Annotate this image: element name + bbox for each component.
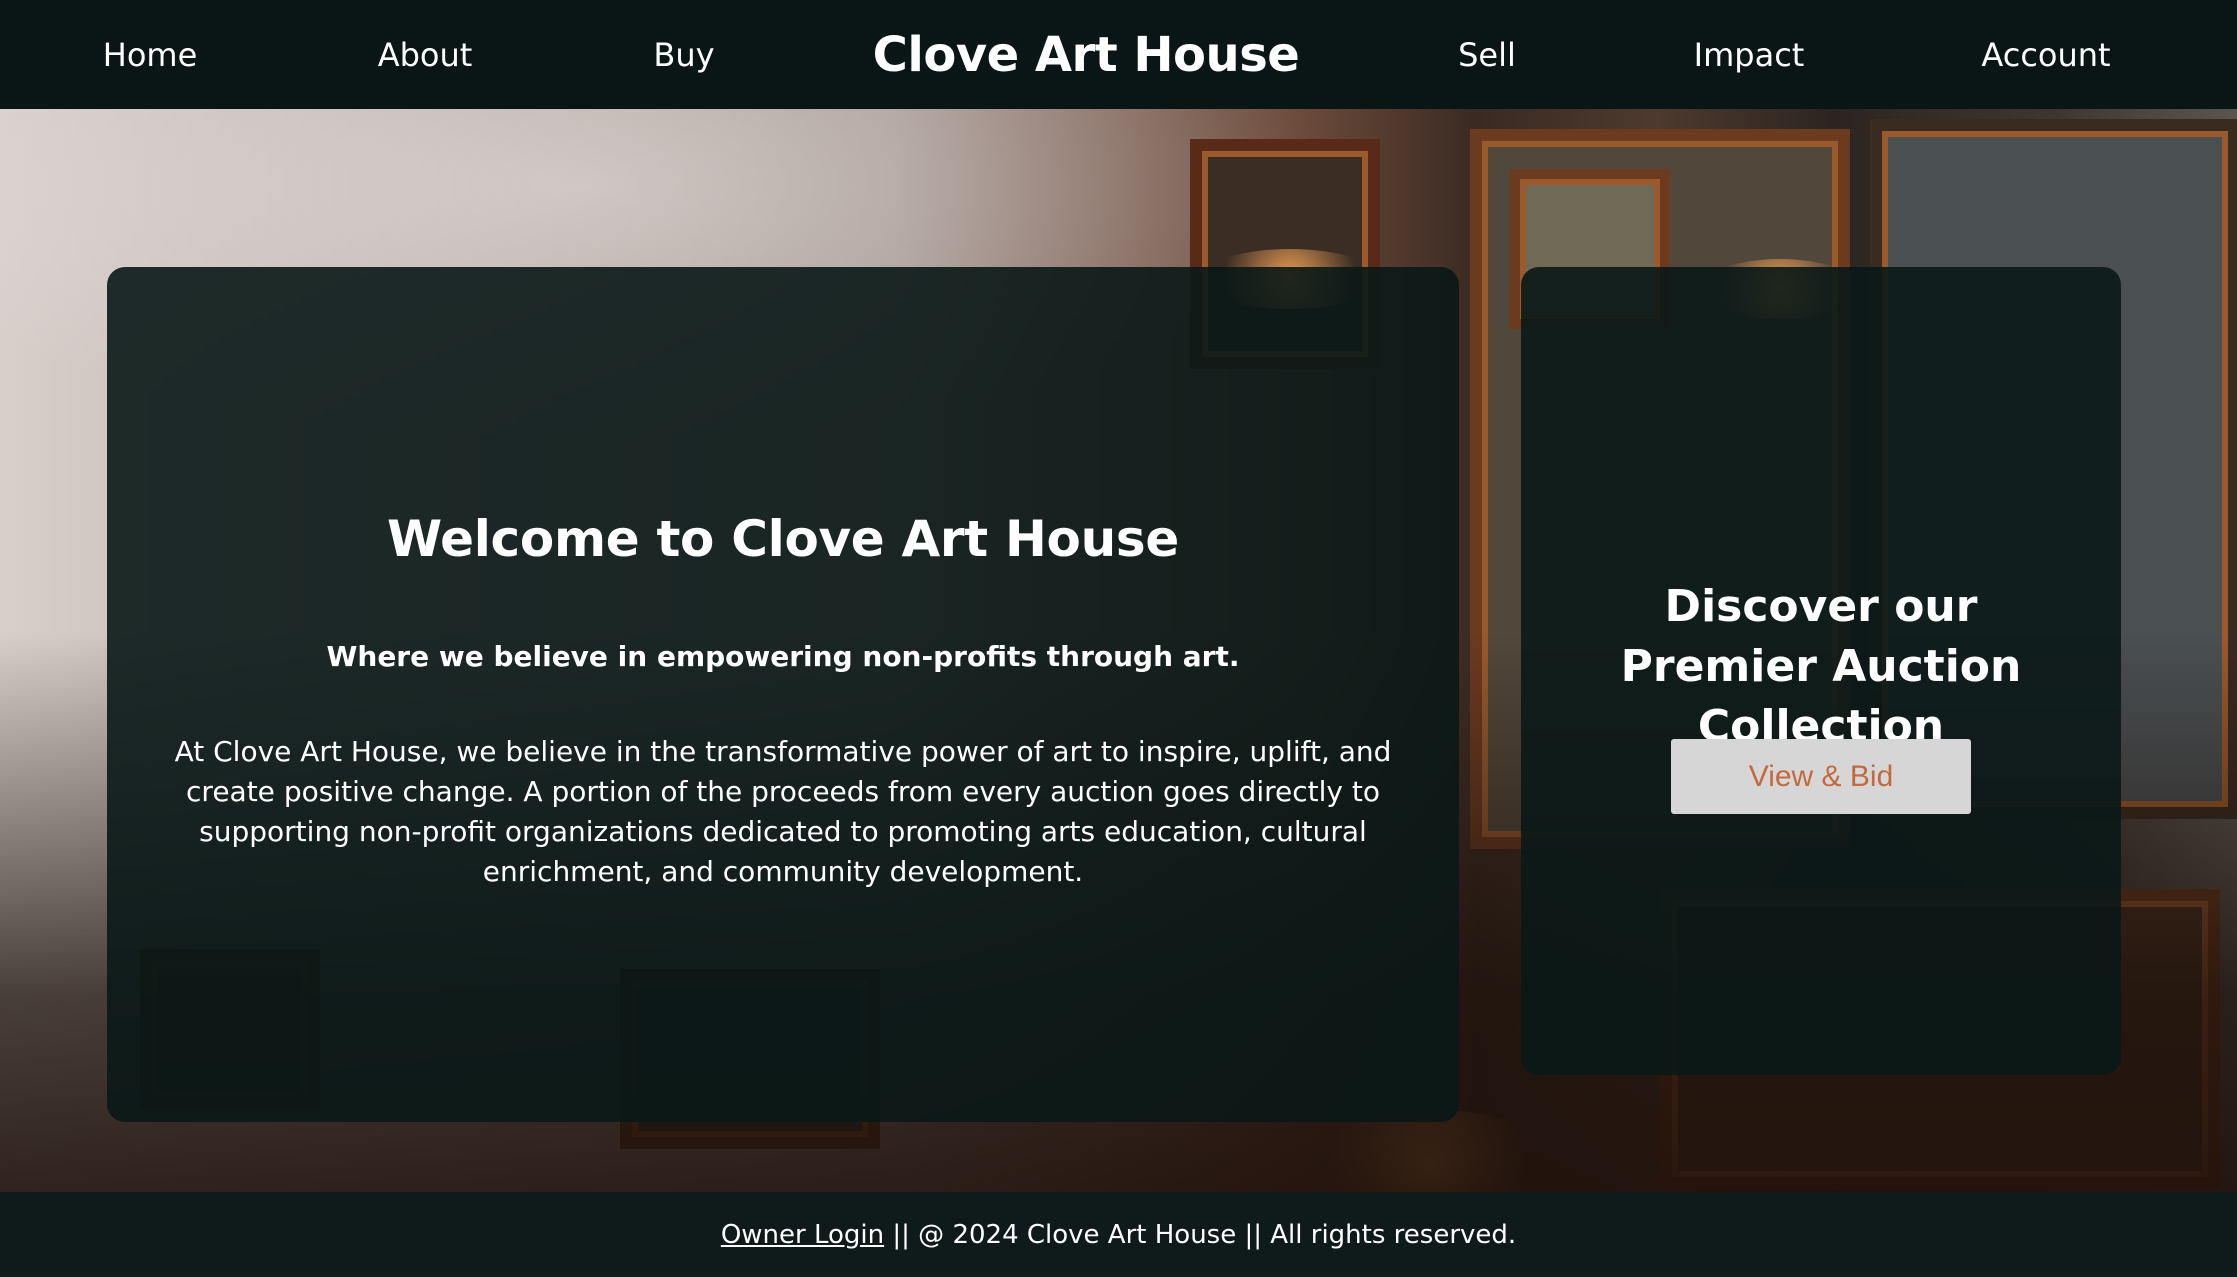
nav-about-link[interactable]: About: [378, 36, 473, 74]
welcome-heading: Welcome to Clove Art House: [387, 510, 1179, 568]
nav-sell-link[interactable]: Sell: [1458, 36, 1516, 74]
auction-heading: Discover our Premier Auction Collection: [1620, 581, 2022, 752]
site-brand-title[interactable]: Clove Art House: [873, 27, 1300, 83]
welcome-description: At Clove Art House, we believe in the tr…: [174, 735, 1392, 888]
nav-impact-link[interactable]: Impact: [1694, 36, 1805, 74]
owner-login-link[interactable]: Owner Login: [721, 1220, 884, 1250]
copyright-text: || @ 2024 Clove Art House || All rights …: [884, 1219, 1517, 1250]
nav-account-link[interactable]: Account: [1981, 36, 2110, 74]
auction-card: Discover our Premier Auction Collection …: [1521, 267, 2121, 1075]
nav-buy-link[interactable]: Buy: [653, 36, 714, 74]
welcome-card: Welcome to Clove Art House Where we beli…: [107, 267, 1459, 1122]
top-navigation: Home About Buy Clove Art House Sell Impa…: [0, 0, 2237, 109]
welcome-subtitle: Where we believe in empowering non-profi…: [326, 640, 1240, 673]
nav-home-link[interactable]: Home: [103, 36, 198, 74]
page-footer: Owner Login || @ 2024 Clove Art House ||…: [0, 1192, 2237, 1277]
view-and-bid-button[interactable]: View & Bid: [1671, 739, 1971, 814]
